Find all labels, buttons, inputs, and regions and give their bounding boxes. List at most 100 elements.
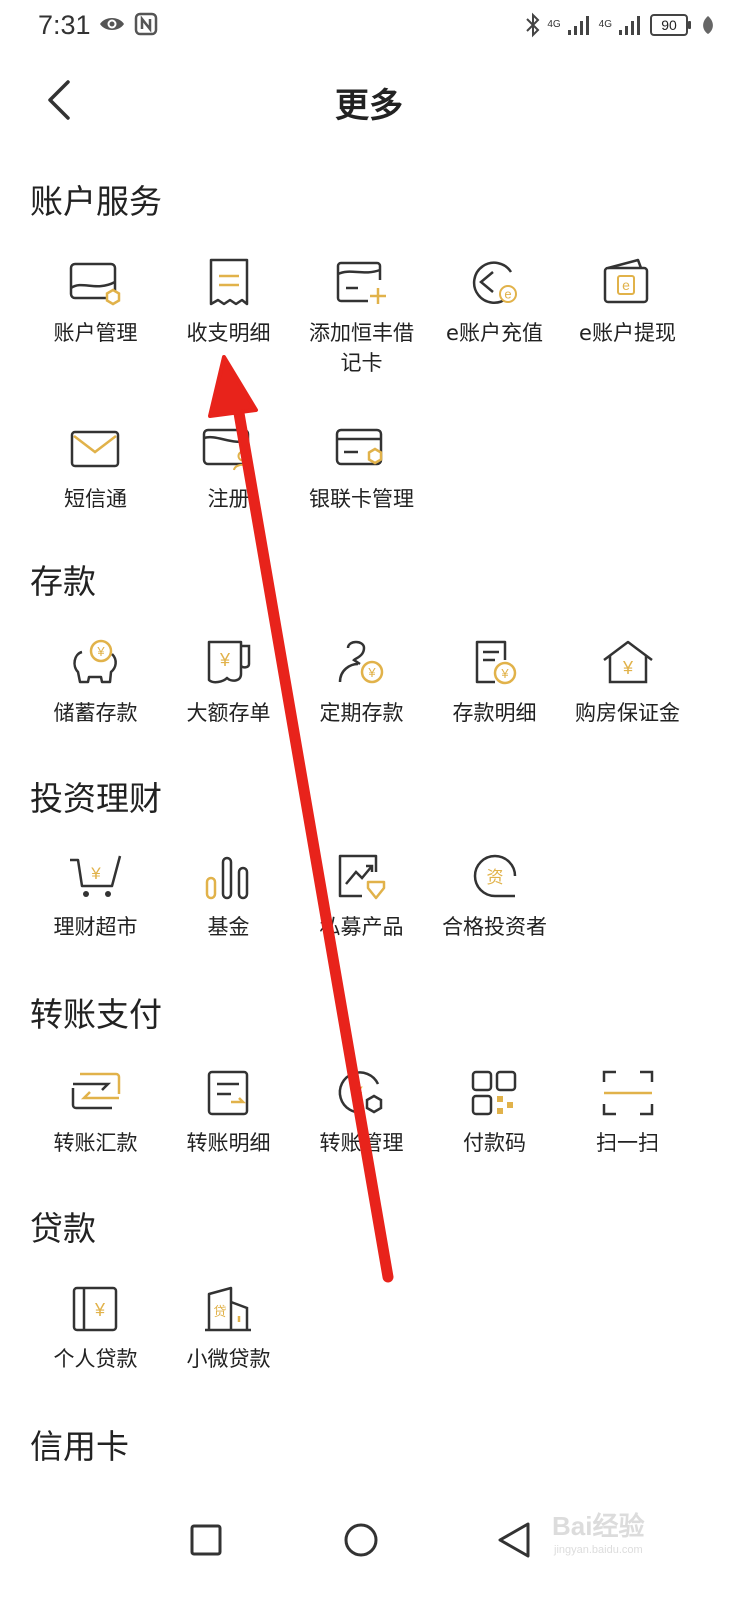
network-label-2: 4G	[598, 19, 612, 30]
grid-item-deposit-details[interactable]: ¥ 存款明细	[428, 638, 561, 728]
svg-text:¥: ¥	[90, 864, 101, 883]
recent-apps-button[interactable]	[176, 1510, 236, 1570]
square-icon	[190, 1524, 222, 1556]
watermark-logo: Bai经验 jingyan.baidu.com	[552, 1506, 702, 1566]
svg-text:¥: ¥	[96, 644, 105, 659]
grid-label: e账户提现	[579, 321, 676, 345]
bar-chart-icon	[205, 856, 248, 900]
grid-item-large-deposit-certificate[interactable]: ¥ 大额存单	[162, 638, 295, 728]
grid-label: 银联卡管理	[309, 487, 414, 511]
status-bar: 7:31 4G 4G 90	[0, 0, 738, 52]
watermark-sub: jingyan.baidu.com	[554, 1544, 643, 1556]
grid-label: 收支明细	[186, 321, 271, 345]
grid-label: 合格投资者	[442, 915, 547, 939]
grid-label: e账户充值	[446, 321, 543, 345]
grid-item-fund[interactable]: 基金	[162, 852, 295, 942]
grid-item-home-purchase-deposit[interactable]: ¥ 购房保证金	[561, 638, 694, 728]
network-label-1: 4G	[547, 19, 561, 30]
grid-item-wealth-supermarket[interactable]: ¥ 理财超市	[29, 852, 162, 942]
section-title-transfer-payment: 转账支付	[30, 995, 162, 1034]
grid-label: 小微贷款	[186, 1347, 271, 1371]
battery-indicator: 90	[650, 14, 691, 36]
signal-icon	[567, 16, 589, 35]
qr-code-icon	[471, 1070, 516, 1116]
svg-text:¥: ¥	[93, 1300, 105, 1320]
svg-text:¥: ¥	[352, 1083, 363, 1102]
grid-item-personal-loan[interactable]: ¥ 个人贷款	[29, 1284, 162, 1374]
grid-label: 付款码	[463, 1131, 526, 1155]
nfc-icon	[134, 12, 158, 36]
person-coin-icon: ¥	[338, 640, 383, 684]
svg-text:¥: ¥	[218, 650, 230, 670]
section-title-deposits: 存款	[30, 562, 96, 601]
leaf-icon	[703, 16, 713, 34]
card-user-icon	[202, 428, 253, 471]
add-card-icon	[336, 261, 386, 304]
grid-label: 储蓄存款	[53, 701, 138, 725]
svg-text:资: 资	[486, 868, 503, 888]
svg-text:¥: ¥	[500, 666, 509, 681]
grid-label: 购房保证金	[575, 701, 680, 725]
grid-item-income-expense-details[interactable]: 收支明细	[162, 258, 295, 348]
grid-item-fixed-deposit[interactable]: ¥ 定期存款	[295, 638, 428, 728]
circle-icon	[344, 1523, 378, 1557]
grid-label: 大额存单	[186, 701, 271, 725]
bluetooth-icon	[526, 12, 540, 38]
svg-text:¥: ¥	[367, 665, 376, 680]
grid-item-transfer-management[interactable]: ¥ 转账管理	[295, 1068, 428, 1158]
eye-icon	[100, 18, 124, 30]
grid-label: 注册	[207, 487, 250, 511]
grid-item-scan[interactable]: 扫一扫	[561, 1068, 694, 1158]
investor-icon: 资	[473, 854, 516, 898]
grid-item-add-debit-card[interactable]: 添加恒丰借记卡	[295, 258, 428, 378]
grid-label: 定期存款	[319, 701, 404, 725]
transfer-manage-icon: ¥	[338, 1071, 382, 1114]
grid-label: 存款明细	[452, 701, 537, 725]
header: 更多	[0, 60, 738, 140]
grid-item-micro-loan[interactable]: 贷 小微贷款	[162, 1284, 295, 1374]
document-coin-icon: ¥	[475, 640, 516, 685]
grid-item-e-account-withdraw[interactable]: e e账户提现	[561, 258, 694, 348]
grid-label: 基金	[207, 915, 250, 939]
house-coin-icon: ¥	[602, 640, 653, 684]
grid-label: 添加恒丰借记卡	[309, 321, 414, 375]
loan-book-icon: ¥	[72, 1286, 117, 1332]
grid-item-e-account-recharge[interactable]: e e账户充值	[428, 258, 561, 348]
arrow-head	[208, 355, 258, 418]
grid-item-transfer-remittance[interactable]: 转账汇款	[29, 1068, 162, 1158]
loan-building-icon: 贷	[204, 1286, 251, 1332]
e-wallet-icon: e	[603, 258, 648, 304]
section-title-credit-card: 信用卡	[30, 1427, 129, 1466]
certificate-icon: ¥	[207, 640, 250, 684]
signal-icon	[619, 16, 640, 35]
grid-item-sms-service[interactable]: 短信通	[29, 424, 162, 514]
piggy-bank-icon: ¥	[72, 639, 117, 684]
grid-item-private-equity[interactable]: 私募产品	[295, 852, 428, 942]
grid-item-savings-deposit[interactable]: ¥ 储蓄存款	[29, 638, 162, 728]
receipt-icon	[209, 258, 248, 306]
grid-item-qualified-investor[interactable]: 资 合格投资者	[428, 852, 561, 942]
envelope-icon	[70, 430, 119, 468]
grid-label: 私募产品	[319, 915, 404, 939]
back-nav-button[interactable]	[484, 1510, 544, 1570]
section-title-account-services: 账户服务	[30, 182, 162, 221]
transfer-detail-icon	[207, 1070, 248, 1116]
grid-item-payment-code[interactable]: 付款码	[428, 1068, 561, 1158]
grid-item-transfer-details[interactable]: 转账明细	[162, 1068, 295, 1158]
svg-text:e: e	[622, 277, 630, 293]
transfer-icon	[71, 1072, 120, 1110]
grid-label: 短信通	[64, 487, 127, 511]
section-title-loans: 贷款	[30, 1209, 96, 1248]
status-time: 7:31	[38, 10, 91, 40]
grid-item-account-management[interactable]: 账户管理	[29, 258, 162, 348]
grid-label: 扫一扫	[596, 1131, 659, 1155]
triangle-back-icon	[498, 1522, 530, 1558]
grid-label: 转账汇款	[53, 1131, 138, 1155]
grid-item-register[interactable]: 注册	[162, 424, 295, 514]
section-title-investment: 投资理财	[30, 779, 162, 818]
trend-tag-icon	[338, 854, 385, 900]
home-button[interactable]	[331, 1510, 391, 1570]
grid-item-unionpay-card-management[interactable]: 银联卡管理	[295, 424, 428, 514]
grid-label: 理财超市	[53, 915, 138, 939]
grid-label: 个人贷款	[53, 1347, 138, 1371]
